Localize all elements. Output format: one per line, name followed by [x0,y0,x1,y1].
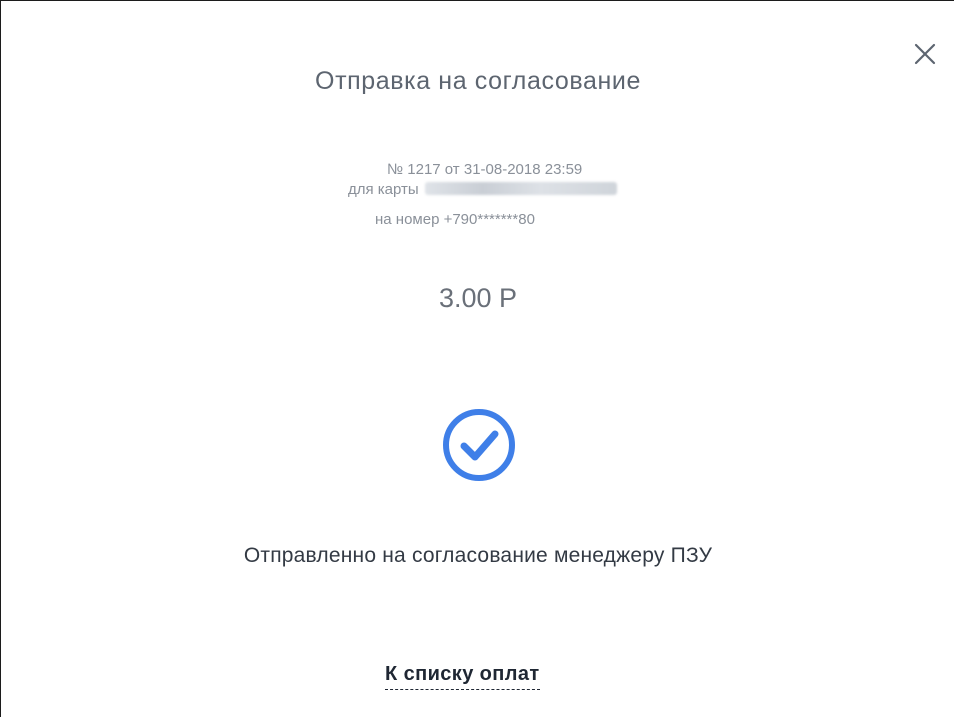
approval-dialog: Отправка на согласование № 1217 от 31-08… [0,0,954,717]
card-label: для карты [348,181,419,198]
payment-number: № 1217 от 31-08-2018 23:59 [387,161,583,178]
back-to-payments-link[interactable]: К списку оплат [385,663,540,690]
card-line: для карты [348,181,617,199]
status-message: Отправленно на согласование менеджеру ПЗ… [243,544,713,567]
close-icon [914,43,936,65]
dialog-title: Отправка на согласование [315,67,641,95]
check-circle-icon [443,409,515,481]
payment-amount: 3.00 Р [438,283,518,313]
masked-card-number [424,182,617,195]
close-button[interactable] [912,41,938,67]
phone-line: на номер +790*******80 [375,211,535,228]
success-status [441,407,517,483]
